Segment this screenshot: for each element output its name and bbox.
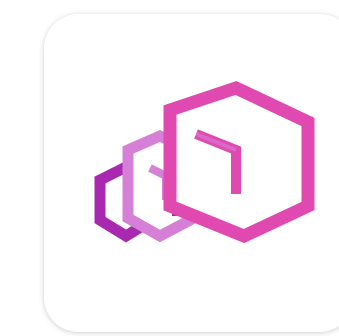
front-hexagon (163, 81, 315, 244)
app-icon-canvas (0, 0, 339, 336)
stacked-hexagon-cubes-icon (94, 81, 315, 244)
